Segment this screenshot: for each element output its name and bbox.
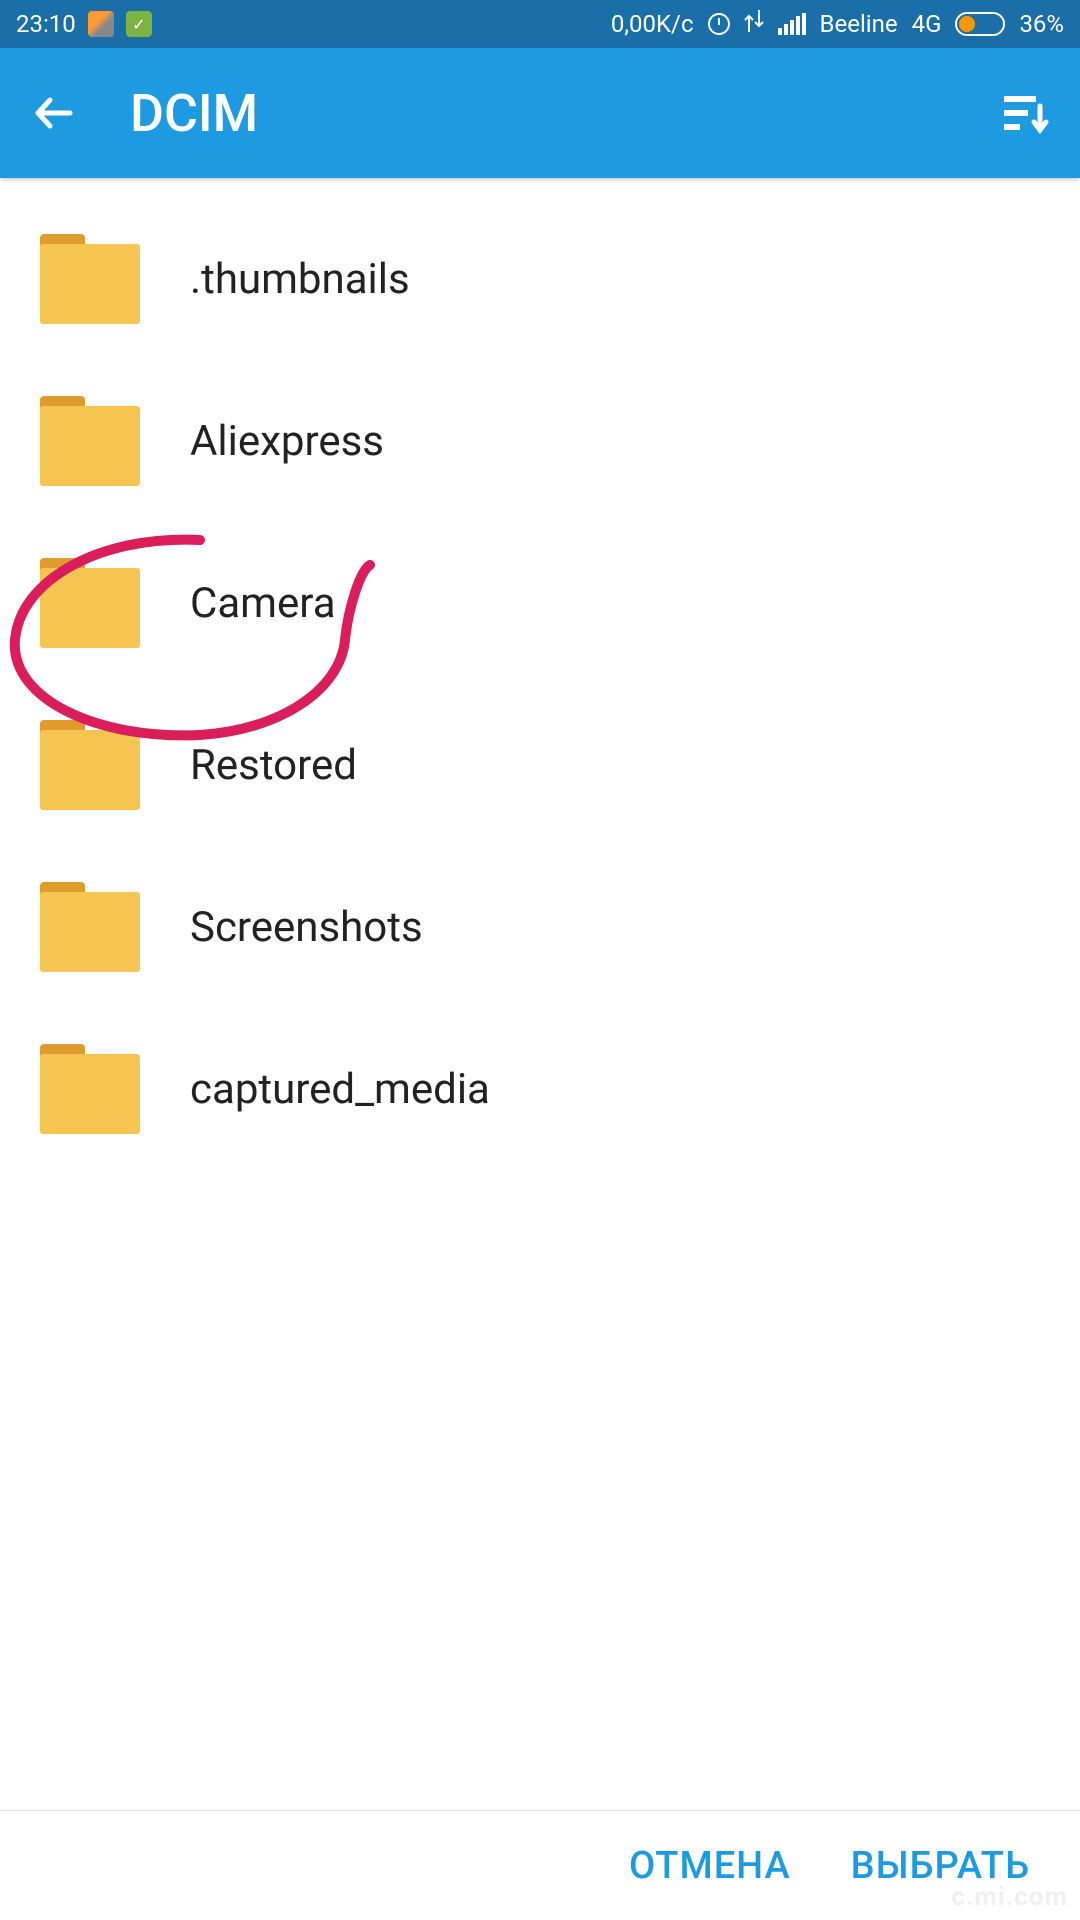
battery-icon: [955, 12, 1005, 36]
folder-icon: [40, 396, 140, 486]
select-button[interactable]: ВЫБРАТЬ: [851, 1844, 1030, 1888]
folder-item-thumbnails[interactable]: .thumbnails: [0, 198, 1080, 360]
folder-icon: [40, 720, 140, 810]
data-arrows-icon: [744, 10, 764, 38]
status-left: 23:10 ✓: [16, 10, 152, 38]
status-right: 0,00K/c Beeline 4G 36%: [611, 10, 1064, 38]
folder-item-restored[interactable]: Restored: [0, 684, 1080, 846]
cancel-button[interactable]: ОТМЕНА: [629, 1844, 791, 1888]
carrier-name: Beeline: [820, 10, 898, 38]
folder-icon: [40, 558, 140, 648]
folder-icon: [40, 234, 140, 324]
folder-item-captured-media[interactable]: captured_media: [0, 1008, 1080, 1170]
folder-item-camera[interactable]: Camera: [0, 522, 1080, 684]
signal-icon: [778, 13, 806, 35]
folder-list: .thumbnails Aliexpress Camera Restored S…: [0, 178, 1080, 1170]
sort-button[interactable]: [1000, 88, 1050, 138]
page-title: DCIM: [130, 83, 1000, 144]
app-bar: DCIM: [0, 48, 1080, 178]
network-speed: 0,00K/c: [611, 10, 694, 38]
battery-percent: 36%: [1019, 10, 1064, 38]
folder-name: captured_media: [190, 1065, 490, 1114]
status-bar: 23:10 ✓ 0,00K/c Beeline 4G 36%: [0, 0, 1080, 48]
bottom-bar: ОТМЕНА ВЫБРАТЬ: [0, 1810, 1080, 1920]
folder-item-aliexpress[interactable]: Aliexpress: [0, 360, 1080, 522]
status-time: 23:10: [16, 10, 76, 38]
folder-name: Screenshots: [190, 903, 423, 952]
folder-name: Restored: [190, 741, 357, 790]
network-type: 4G: [912, 10, 942, 38]
folder-name: Aliexpress: [190, 417, 384, 466]
weather-icon: [88, 11, 114, 37]
alarm-icon: [708, 13, 730, 35]
folder-icon: [40, 1044, 140, 1134]
folder-item-screenshots[interactable]: Screenshots: [0, 846, 1080, 1008]
back-button[interactable]: [30, 88, 80, 138]
watermark: c.mi.com: [951, 1882, 1068, 1912]
folder-icon: [40, 882, 140, 972]
folder-name: .thumbnails: [190, 255, 410, 304]
folder-name: Camera: [190, 579, 336, 628]
shield-icon: ✓: [126, 11, 152, 37]
